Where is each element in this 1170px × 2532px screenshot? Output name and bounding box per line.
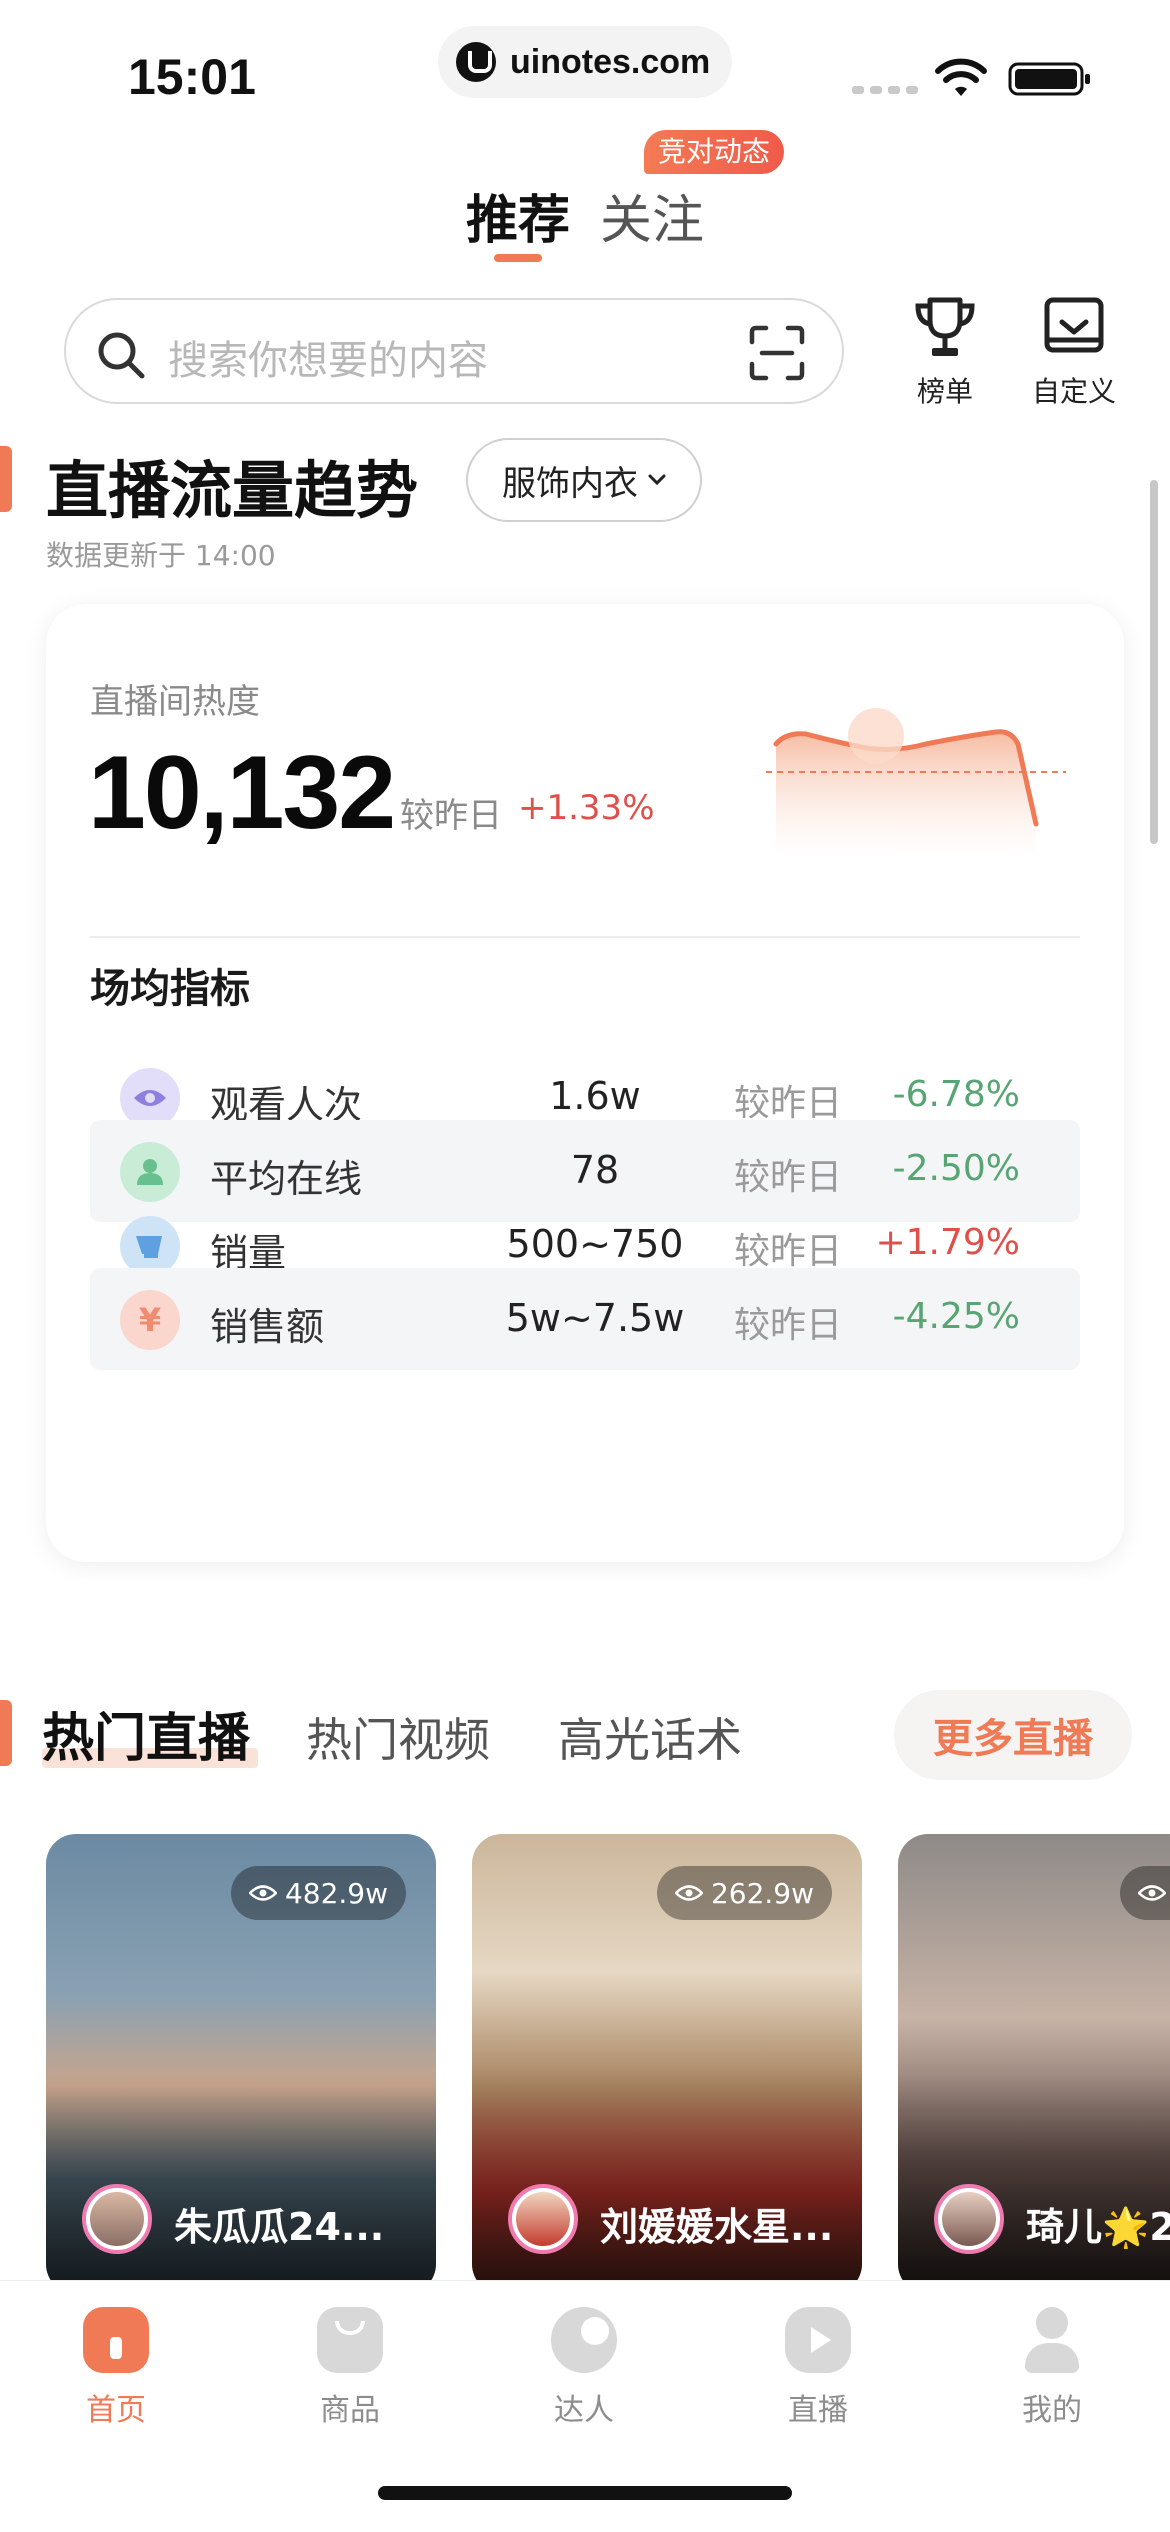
tab-hot-video[interactable]: 热门视频 bbox=[306, 1704, 490, 1770]
metric-value: 5w~7.5w bbox=[505, 1296, 685, 1340]
update-time: 数据更新于 14:00 bbox=[46, 539, 276, 572]
custom-button[interactable]: 自定义 bbox=[1024, 296, 1124, 408]
scrollbar[interactable] bbox=[1150, 480, 1158, 844]
live-play-icon bbox=[785, 2307, 851, 2373]
metric-change: +1.79% bbox=[875, 1222, 1020, 1263]
chevron-down-icon bbox=[648, 474, 666, 486]
eye-icon bbox=[248, 1885, 277, 1901]
nav-mine[interactable]: 我的 bbox=[992, 2307, 1112, 2429]
heat-sparkline bbox=[766, 708, 1066, 854]
home-icon bbox=[83, 2307, 149, 2373]
trophy-icon bbox=[915, 297, 975, 356]
view-count: 2 bbox=[1120, 1866, 1170, 1920]
category-dropdown[interactable]: 服饰内衣 bbox=[466, 438, 702, 522]
status-bar: 15:01 uinotes.com bbox=[0, 0, 1170, 140]
signal-icon bbox=[852, 86, 918, 94]
tab-recommend[interactable]: 推荐 bbox=[466, 178, 570, 253]
live-card[interactable]: 2 琦儿🌟2 销售额 1000w~2 bbox=[898, 1834, 1170, 2294]
user-icon bbox=[120, 1142, 180, 1202]
category-label: 服饰内衣 bbox=[502, 463, 638, 504]
metric-compare: 较昨日 bbox=[734, 1305, 843, 1346]
search-placeholder: 搜索你想要的内容 bbox=[168, 338, 488, 384]
eye-icon bbox=[674, 1885, 703, 1901]
custom-icon bbox=[1044, 297, 1104, 353]
more-live-button[interactable]: 更多直播 bbox=[894, 1690, 1132, 1780]
profile-icon bbox=[1019, 2307, 1085, 2373]
heat-compare-label: 较昨日 bbox=[400, 796, 502, 836]
custom-label: 自定义 bbox=[1031, 375, 1116, 408]
nav-products[interactable]: 商品 bbox=[290, 2307, 410, 2429]
home-indicator bbox=[378, 2486, 792, 2500]
url-pill[interactable]: uinotes.com bbox=[438, 26, 732, 98]
metric-compare: 较昨日 bbox=[734, 1231, 843, 1272]
status-time: 15:01 bbox=[128, 49, 256, 105]
cart-icon bbox=[120, 1216, 180, 1276]
anchor-name: 刘媛媛水星... bbox=[600, 2205, 834, 2249]
avatar bbox=[934, 2184, 1004, 2254]
metric-name: 销售额 bbox=[210, 1305, 325, 1349]
eye-icon bbox=[1138, 1885, 1167, 1901]
url-text: uinotes.com bbox=[510, 42, 711, 81]
avatar bbox=[508, 2184, 578, 2254]
view-count: 482.9w bbox=[230, 1866, 406, 1920]
search-icon bbox=[98, 332, 145, 379]
metric-change: -4.25% bbox=[892, 1296, 1020, 1337]
heat-label: 直播间热度 bbox=[90, 682, 260, 722]
tab-hot-live[interactable]: 热门直播 bbox=[42, 1696, 250, 1771]
compete-badge[interactable]: 竞对动态 bbox=[644, 130, 785, 174]
site-logo-icon bbox=[456, 42, 496, 82]
yen-icon: ¥ bbox=[120, 1290, 180, 1350]
rank-label: 榜单 bbox=[916, 375, 973, 408]
wifi-icon bbox=[935, 58, 987, 96]
metric-value: 1.6w bbox=[549, 1074, 641, 1118]
nav-products-label: 商品 bbox=[320, 2393, 380, 2428]
nav-home-label: 首页 bbox=[86, 2393, 146, 2428]
creator-icon bbox=[551, 2307, 617, 2373]
metric-change: -6.78% bbox=[892, 1074, 1020, 1115]
metric-value: 78 bbox=[570, 1148, 620, 1192]
view-count: 262.9w bbox=[656, 1866, 832, 1920]
search-input[interactable]: 搜索你想要的内容 bbox=[64, 298, 844, 404]
scan-icon[interactable] bbox=[748, 324, 806, 382]
battery-icon bbox=[1008, 62, 1090, 96]
nav-creators[interactable]: 达人 bbox=[524, 2307, 644, 2429]
tab-active-indicator bbox=[494, 254, 542, 262]
tab-highlight-script[interactable]: 高光话术 bbox=[558, 1704, 742, 1770]
nav-creators-label: 达人 bbox=[554, 2393, 614, 2428]
nav-mine-label: 我的 bbox=[1022, 2393, 1082, 2428]
metric-compare: 较昨日 bbox=[734, 1157, 843, 1198]
nav-live[interactable]: 直播 bbox=[758, 2307, 878, 2429]
heat-value: 10,132 bbox=[88, 735, 396, 851]
live-card[interactable]: 482.9w 朱瓜瓜24... 销售额 7500w~1亿 bbox=[46, 1834, 436, 2294]
top-tabs: 推荐 关注 竞对动态 bbox=[0, 130, 1170, 270]
section-marker bbox=[0, 446, 12, 512]
trend-title: 直播流量趋势 bbox=[46, 454, 419, 527]
metric-value: 500~750 bbox=[506, 1222, 684, 1266]
nav-home[interactable]: 首页 bbox=[56, 2307, 176, 2429]
heat-change: +1.33% bbox=[518, 788, 655, 828]
bag-icon bbox=[317, 2307, 383, 2373]
hot-tabs: 热门直播 热门视频 高光话术 更多直播 bbox=[0, 1690, 1170, 1800]
live-card[interactable]: 262.9w 刘媛媛水星... 销售额 5000w~7500w bbox=[472, 1834, 862, 2294]
card-divider bbox=[90, 936, 1080, 938]
eye-icon bbox=[120, 1068, 180, 1128]
rank-button[interactable]: 榜单 bbox=[902, 296, 988, 408]
metric-change: -2.50% bbox=[892, 1148, 1020, 1189]
anchor-name: 朱瓜瓜24... bbox=[174, 2205, 385, 2249]
avg-title: 场均指标 bbox=[90, 966, 250, 1012]
trend-card: 直播间热度 10,132 较昨日 +1.33% 场均指标 观看人次 1.6w 较… bbox=[46, 604, 1124, 1562]
avatar bbox=[82, 2184, 152, 2254]
metric-row[interactable]: ¥ 销售额 5w~7.5w 较昨日 -4.25% bbox=[90, 1268, 1080, 1370]
tab-follow[interactable]: 关注 bbox=[600, 178, 704, 253]
nav-live-label: 直播 bbox=[788, 2393, 848, 2428]
anchor-name: 琦儿🌟2 bbox=[1026, 2205, 1170, 2249]
metric-compare: 较昨日 bbox=[734, 1083, 843, 1124]
